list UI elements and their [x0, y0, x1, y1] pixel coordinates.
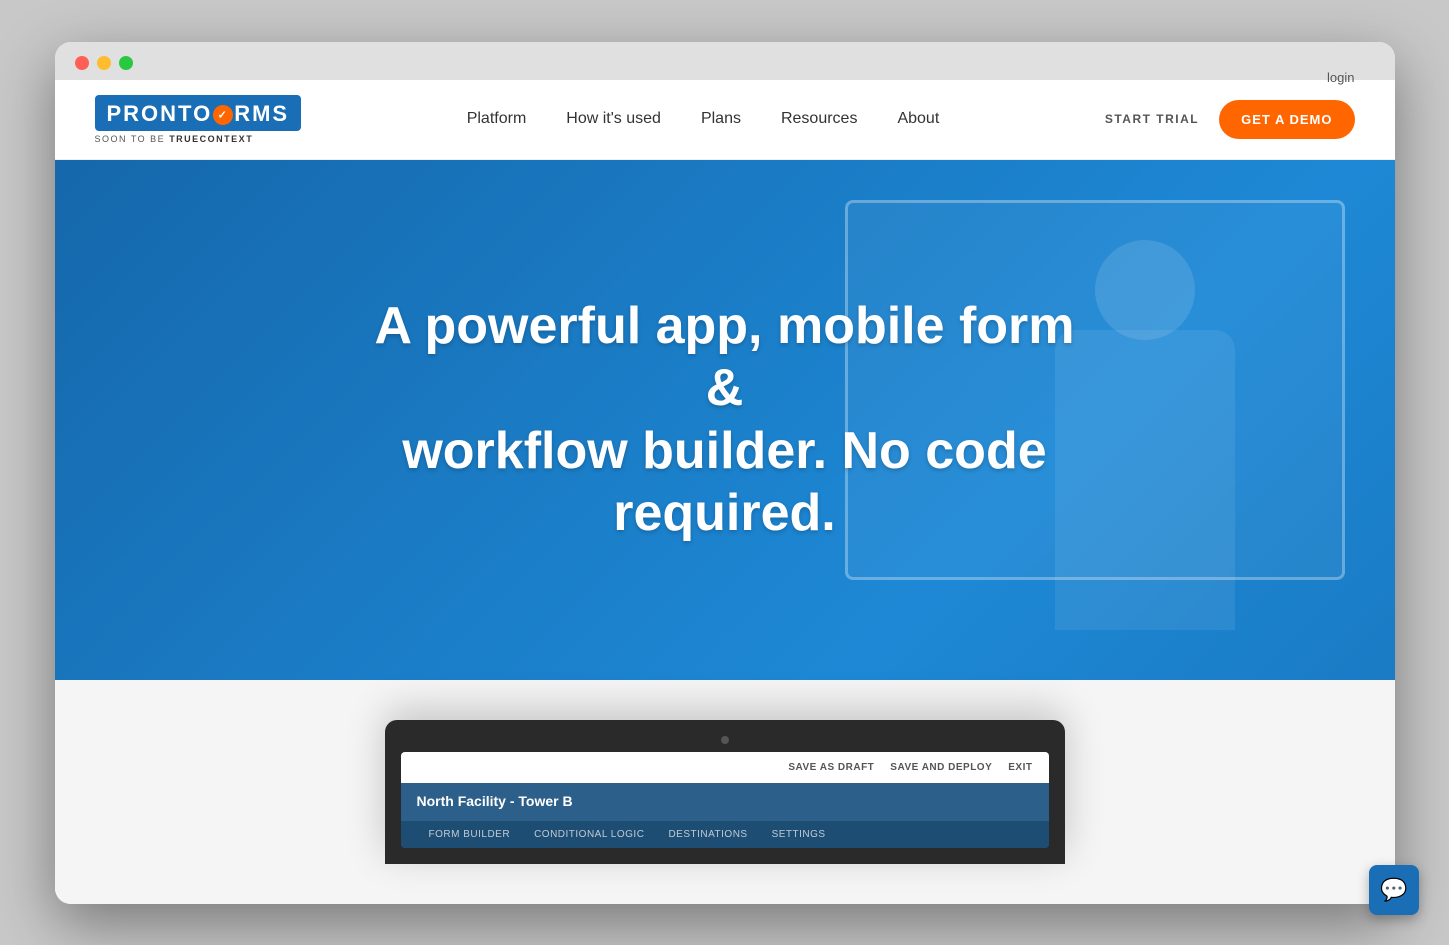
close-button[interactable]	[75, 56, 89, 70]
nav-item-how-its-used[interactable]: How it's used	[566, 110, 661, 128]
minimize-button[interactable]	[97, 56, 111, 70]
nav-item-platform[interactable]: Platform	[467, 110, 527, 128]
get-demo-button[interactable]: GET A DEMO	[1219, 100, 1354, 139]
logo-rms: RMS	[234, 101, 289, 126]
below-fold-section: SAVE AS DRAFT SAVE AND DEPLOY EXIT North…	[55, 680, 1395, 904]
maximize-button[interactable]	[119, 56, 133, 70]
nav-item-resources[interactable]: Resources	[781, 110, 857, 128]
exit-button[interactable]: EXIT	[1008, 762, 1032, 773]
chat-bubble[interactable]: 💬	[1369, 865, 1419, 915]
nav-item-plans[interactable]: Plans	[701, 110, 741, 128]
start-trial-button[interactable]: START TRIAL	[1105, 112, 1199, 126]
nav-link-platform[interactable]: Platform	[467, 110, 527, 127]
device-screen: SAVE AS DRAFT SAVE AND DEPLOY EXIT North…	[401, 752, 1049, 848]
tab-destinations[interactable]: DESTINATIONS	[656, 821, 759, 848]
save-deploy-button[interactable]: SAVE AND DEPLOY	[890, 762, 992, 773]
nav-link-about[interactable]: About	[897, 110, 939, 127]
logo-pronto: PRONTO	[107, 101, 213, 126]
device-mockup: SAVE AS DRAFT SAVE AND DEPLOY EXIT North…	[385, 720, 1065, 864]
logo-subtitle: SOON TO BE TRUECONTEXT	[95, 134, 302, 144]
tab-settings[interactable]: SETTINGS	[760, 821, 838, 848]
navbar: login PRONTORMS SOON TO BE TRUECONTEXT P…	[55, 80, 1395, 160]
hero-headline-line1: A powerful app, mobile form &	[374, 297, 1074, 417]
save-draft-button[interactable]: SAVE AS DRAFT	[788, 762, 874, 773]
nav-link-resources[interactable]: Resources	[781, 110, 857, 127]
device-camera	[721, 736, 729, 744]
device-title-bar: North Facility - Tower B	[401, 783, 1049, 821]
logo-container[interactable]: PRONTO RMS	[95, 95, 302, 131]
browser-window: login PRONTO RMS SOON TO BE TRUECONTEXT P…	[55, 42, 1395, 904]
tab-form-builder[interactable]: FORM BUILDER	[417, 821, 523, 848]
nav-item-about[interactable]: About	[897, 110, 939, 128]
hero-headline-line2: workflow builder. No code required.	[402, 422, 1046, 542]
hero-content: A powerful app, mobile form & workflow b…	[325, 295, 1125, 545]
logo-area: PRONTO RMS SOON TO BE TRUECONTEXT	[95, 95, 302, 144]
truecontext-label: TRUECONTEXT	[169, 134, 253, 144]
device-tabs: FORM BUILDER CONDITIONAL LOGIC DESTINATI…	[401, 821, 1049, 848]
nav-link-plans[interactable]: Plans	[701, 110, 741, 127]
chat-icon: 💬	[1380, 877, 1407, 903]
nav-link-how-its-used[interactable]: How it's used	[566, 110, 661, 127]
login-link[interactable]: login	[1327, 70, 1354, 85]
logo-brand: PRONTO RMS	[107, 101, 290, 127]
nav-right: START TRIAL GET A DEMO	[1105, 100, 1355, 139]
logo-o-icon	[213, 105, 233, 125]
device-toolbar: SAVE AS DRAFT SAVE AND DEPLOY EXIT	[401, 752, 1049, 783]
nav-links: Platform How it's used Plans Resources A…	[467, 110, 940, 128]
browser-content: login PRONTORMS SOON TO BE TRUECONTEXT P…	[55, 80, 1395, 904]
hero-section: A powerful app, mobile form & workflow b…	[55, 160, 1395, 680]
tab-conditional-logic[interactable]: CONDITIONAL LOGIC	[522, 821, 656, 848]
hero-headline: A powerful app, mobile form & workflow b…	[365, 295, 1085, 545]
device-title: North Facility - Tower B	[417, 793, 573, 809]
browser-chrome	[55, 42, 1395, 80]
